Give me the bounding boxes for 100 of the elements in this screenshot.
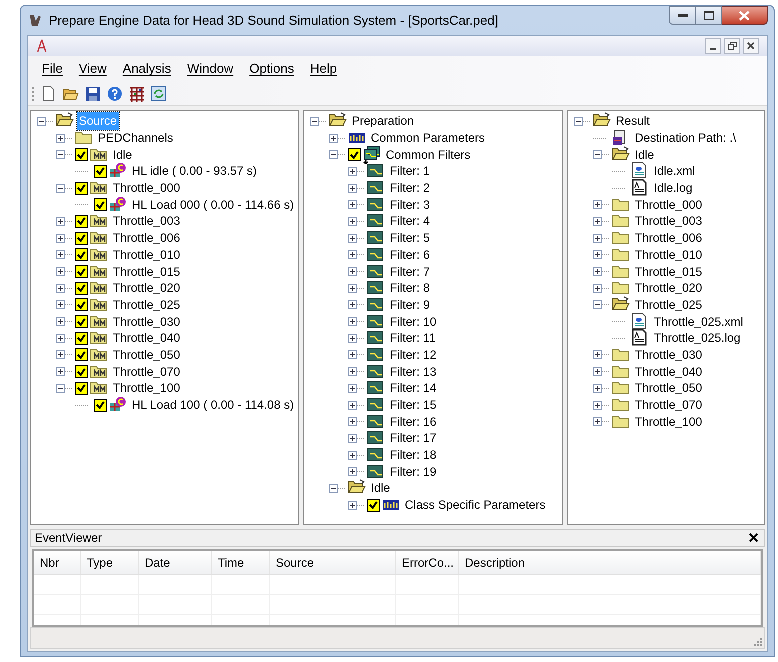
checkbox[interactable] bbox=[75, 214, 88, 228]
tree-item[interactable]: Result bbox=[614, 112, 652, 130]
tree-item[interactable]: HL idle ( 0.00 - 93.57 s) bbox=[130, 162, 259, 180]
expand-icon[interactable] bbox=[56, 134, 65, 143]
checkbox[interactable] bbox=[75, 365, 88, 378]
tree-item[interactable]: Common Filters bbox=[384, 146, 473, 164]
expand-icon[interactable] bbox=[348, 166, 357, 176]
maximize-button[interactable] bbox=[696, 6, 722, 25]
expand-icon[interactable] bbox=[348, 350, 357, 360]
new-document-icon[interactable] bbox=[41, 86, 57, 102]
expand-icon[interactable] bbox=[348, 450, 357, 460]
tree-item[interactable]: Throttle_000 bbox=[111, 179, 182, 198]
expand-icon[interactable] bbox=[348, 317, 357, 326]
tree-item[interactable]: Filter: 16 bbox=[388, 412, 439, 431]
tree-item[interactable]: Filter: 14 bbox=[388, 379, 439, 398]
tree-item[interactable]: Throttle_015 bbox=[633, 262, 704, 281]
collapse-icon[interactable] bbox=[310, 116, 319, 126]
tree-item[interactable]: Idle bbox=[633, 146, 656, 164]
checkbox[interactable] bbox=[75, 315, 88, 328]
tree-item[interactable]: Throttle_010 bbox=[633, 246, 704, 264]
tree-item[interactable]: Idle bbox=[369, 479, 392, 498]
expand-icon[interactable] bbox=[593, 216, 602, 226]
expand-icon[interactable] bbox=[56, 334, 65, 343]
restore-button[interactable] bbox=[724, 38, 740, 54]
tree-item[interactable]: Throttle_000 bbox=[633, 196, 704, 214]
tree-item[interactable]: Throttle_050 bbox=[111, 346, 182, 364]
expand-icon[interactable] bbox=[348, 284, 357, 293]
checkbox[interactable] bbox=[94, 164, 107, 178]
menu-item[interactable]: Options bbox=[242, 59, 302, 79]
checkbox[interactable] bbox=[367, 498, 380, 512]
checkbox[interactable] bbox=[75, 265, 88, 278]
column-header[interactable]: Description bbox=[459, 551, 761, 574]
tree-item[interactable]: Throttle_006 bbox=[111, 229, 182, 248]
column-header[interactable]: ErrorCo... bbox=[396, 551, 459, 574]
save-icon[interactable] bbox=[85, 86, 101, 102]
tree-item[interactable]: Filter: 11 bbox=[388, 329, 438, 348]
tree-item[interactable]: Throttle_006 bbox=[633, 229, 704, 248]
expand-icon[interactable] bbox=[593, 234, 602, 243]
tree-item[interactable]: Filter: 15 bbox=[388, 396, 439, 414]
expand-icon[interactable] bbox=[56, 216, 65, 226]
checkbox[interactable] bbox=[75, 148, 88, 162]
expand-icon[interactable] bbox=[593, 400, 602, 410]
tree-item[interactable]: Filter: 2 bbox=[388, 179, 432, 198]
collapse-icon[interactable] bbox=[593, 150, 602, 160]
close-button[interactable]: ✕ bbox=[748, 531, 760, 545]
collapse-icon[interactable] bbox=[574, 116, 583, 126]
expand-icon[interactable] bbox=[348, 184, 357, 193]
expand-icon[interactable] bbox=[348, 267, 357, 276]
menu-item[interactable]: File bbox=[34, 59, 71, 79]
tree-item[interactable]: Filter: 4 bbox=[388, 212, 432, 230]
close-button[interactable] bbox=[722, 6, 768, 25]
expand-icon[interactable] bbox=[348, 250, 357, 260]
tree-item[interactable]: Throttle_020 bbox=[633, 279, 704, 298]
tree-item[interactable]: Throttle_025 bbox=[111, 296, 182, 314]
menu-item[interactable]: Analysis bbox=[114, 59, 180, 79]
expand-icon[interactable] bbox=[593, 200, 602, 210]
menu-item[interactable]: Help bbox=[302, 59, 346, 79]
tree-item[interactable]: Class Specific Parameters bbox=[403, 496, 548, 514]
tree-item[interactable]: Preparation bbox=[350, 112, 416, 130]
tree-item[interactable]: Filter: 13 bbox=[388, 362, 439, 381]
tree-item[interactable]: Filter: 1 bbox=[388, 162, 432, 180]
tree-item[interactable]: Throttle_025.log bbox=[652, 329, 743, 348]
checkbox[interactable] bbox=[348, 148, 361, 162]
expand-icon[interactable] bbox=[348, 234, 357, 243]
checkbox[interactable] bbox=[75, 382, 88, 395]
expand-icon[interactable] bbox=[593, 367, 602, 376]
checkbox[interactable] bbox=[75, 282, 88, 295]
minimize-button[interactable] bbox=[705, 38, 721, 54]
collapse-icon[interactable] bbox=[56, 150, 65, 160]
checkbox[interactable] bbox=[75, 232, 88, 245]
tree-item[interactable]: Throttle_025 bbox=[633, 296, 704, 314]
tree-item[interactable]: Filter: 9 bbox=[388, 296, 432, 314]
checkbox[interactable] bbox=[75, 182, 88, 195]
column-header[interactable]: Date bbox=[139, 551, 212, 574]
tree-item[interactable]: Filter: 8 bbox=[388, 279, 432, 298]
checkbox[interactable] bbox=[94, 398, 107, 412]
collapse-icon[interactable] bbox=[56, 384, 65, 393]
expand-icon[interactable] bbox=[593, 350, 602, 360]
checkbox[interactable] bbox=[75, 298, 88, 312]
tree-item[interactable]: Idle.xml bbox=[652, 162, 698, 180]
checkbox[interactable] bbox=[94, 198, 107, 212]
collapse-icon[interactable] bbox=[329, 150, 338, 160]
tree-item[interactable]: Throttle_070 bbox=[111, 362, 182, 381]
tree-item[interactable]: HL Load 000 ( 0.00 - 114.66 s) bbox=[130, 196, 296, 214]
minimize-button[interactable] bbox=[669, 6, 696, 25]
expand-icon[interactable] bbox=[348, 367, 357, 376]
checkbox[interactable] bbox=[75, 348, 88, 362]
expand-icon[interactable] bbox=[348, 500, 357, 510]
tree-item[interactable]: Throttle_100 bbox=[111, 379, 182, 398]
checkbox[interactable] bbox=[75, 332, 88, 345]
tree-item[interactable]: Idle.log bbox=[652, 179, 695, 198]
expand-icon[interactable] bbox=[56, 284, 65, 293]
tree-item[interactable]: Throttle_003 bbox=[633, 212, 704, 230]
expand-icon[interactable] bbox=[56, 250, 65, 260]
tree-item[interactable]: Throttle_040 bbox=[633, 362, 704, 381]
tree-item[interactable]: PEDChannels bbox=[96, 129, 176, 148]
expand-icon[interactable] bbox=[348, 300, 357, 310]
menu-item[interactable]: View bbox=[70, 59, 115, 79]
expand-icon[interactable] bbox=[56, 267, 65, 276]
expand-icon[interactable] bbox=[348, 216, 357, 226]
